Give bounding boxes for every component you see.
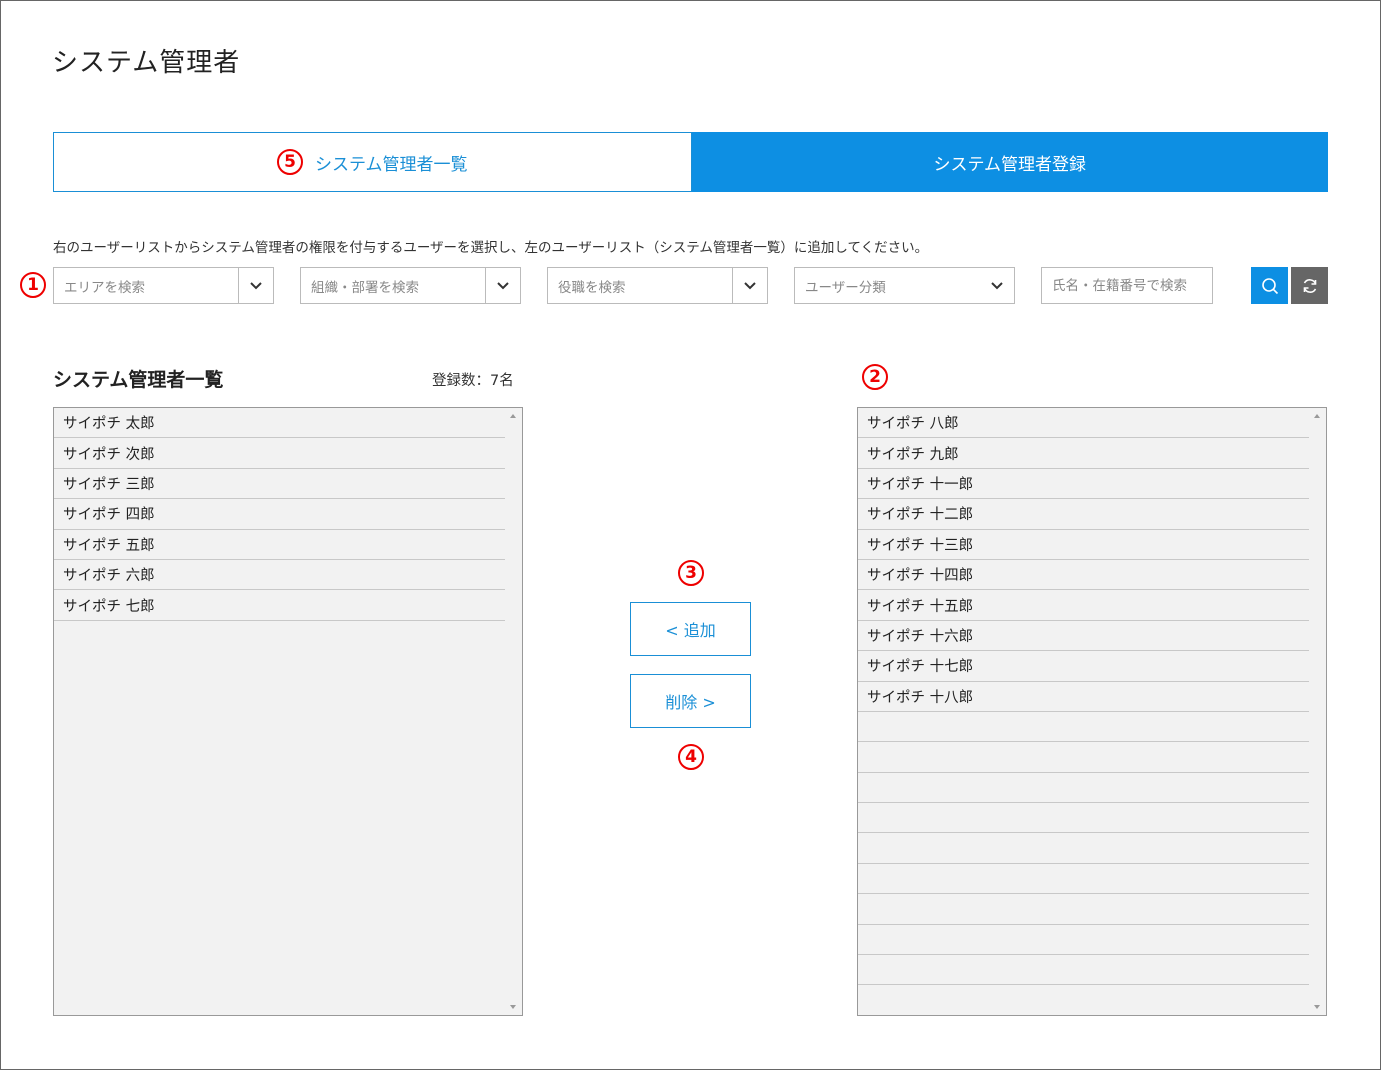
name-search-input[interactable]: [1041, 267, 1213, 304]
admin-list-title: システム管理者一覧: [53, 369, 224, 391]
chevron-down-icon: [979, 268, 1014, 303]
list-item[interactable]: サイポチ 次郎: [54, 438, 505, 469]
area-select[interactable]: エリアを検索: [53, 267, 274, 304]
user-list-rows: サイポチ 八郎 サイポチ 九郎 サイポチ 十一郎 サイポチ 十二郎 サイポチ 十三郎 サイ…: [858, 408, 1309, 986]
tab-admin-list-label: システム管理者一覧: [315, 154, 468, 175]
chevron-down-icon: [732, 268, 767, 303]
user-type-select-value: ユーザー分類: [805, 279, 886, 296]
tab-bar: 5 システム管理者一覧 システム管理者登録: [53, 132, 1328, 192]
add-button[interactable]: < 追加: [630, 602, 751, 656]
reset-button[interactable]: [1291, 267, 1328, 304]
empty-list-row: [858, 955, 1309, 986]
chevron-down-icon: [485, 268, 520, 303]
list-item[interactable]: サイポチ 十七郎: [858, 651, 1309, 682]
list-item[interactable]: サイポチ 七郎: [54, 590, 505, 621]
org-select[interactable]: 組織・部署を検索: [300, 267, 521, 304]
filter-bar: エリアを検索 組織・部署を検索 役職を検索 ユーザー分類: [53, 267, 1328, 304]
list-item[interactable]: サイポチ 十五郎: [858, 590, 1309, 621]
annotation-marker-4: 4: [678, 744, 704, 770]
admin-listbox[interactable]: サイポチ 太郎 サイポチ 次郎 サイポチ 三郎 サイポチ 四郎 サイポチ 五郎 サイポチ …: [53, 407, 523, 1016]
empty-list-row: [858, 803, 1309, 834]
area-select-value: エリアを検索: [64, 279, 145, 296]
user-listbox[interactable]: サイポチ 八郎 サイポチ 九郎 サイポチ 十一郎 サイポチ 十二郎 サイポチ 十三郎 サイ…: [857, 407, 1327, 1016]
list-item[interactable]: サイポチ 八郎: [858, 408, 1309, 439]
role-select-value: 役職を検索: [558, 279, 626, 296]
scrollbar[interactable]: [505, 408, 522, 1015]
scroll-down-arrow-icon[interactable]: [510, 1005, 516, 1009]
empty-list-row: [858, 712, 1309, 743]
user-type-select[interactable]: ユーザー分類: [794, 267, 1015, 304]
admin-count-label: 登録数：7名: [432, 373, 514, 389]
tab-admin-list[interactable]: 5 システム管理者一覧: [53, 132, 692, 192]
list-item[interactable]: サイポチ 六郎: [54, 560, 505, 591]
refresh-icon: [1303, 278, 1316, 293]
tab-admin-register-label: システム管理者登録: [933, 154, 1087, 175]
empty-list-row: [858, 864, 1309, 895]
scroll-down-arrow-icon[interactable]: [1314, 1005, 1320, 1009]
scroll-up-arrow-icon[interactable]: [1314, 414, 1320, 418]
list-item[interactable]: サイポチ 十一郎: [858, 469, 1309, 500]
search-button[interactable]: [1251, 267, 1288, 304]
tab-admin-register[interactable]: システム管理者登録: [691, 132, 1328, 192]
list-item[interactable]: サイポチ 十三郎: [858, 530, 1309, 560]
empty-list-row: [858, 894, 1309, 925]
empty-list-row: [858, 925, 1309, 956]
empty-list-row: [858, 742, 1309, 773]
annotation-marker-3: 3: [678, 560, 704, 586]
list-item[interactable]: サイポチ 十四郎: [858, 560, 1309, 591]
annotation-marker-2: 2: [862, 364, 888, 390]
list-item[interactable]: サイポチ 三郎: [54, 469, 505, 500]
list-item[interactable]: サイポチ 五郎: [54, 530, 505, 560]
list-item[interactable]: サイポチ 十六郎: [858, 621, 1309, 652]
page-title: システム管理者: [52, 48, 241, 78]
list-item[interactable]: サイポチ 太郎: [54, 408, 505, 439]
admin-list-rows: サイポチ 太郎 サイポチ 次郎 サイポチ 三郎 サイポチ 四郎 サイポチ 五郎 サイポチ …: [54, 408, 505, 621]
annotation-marker-5: 5: [277, 149, 303, 175]
role-select[interactable]: 役職を検索: [547, 267, 768, 304]
scrollbar[interactable]: [1309, 408, 1326, 1015]
empty-list-row: [858, 773, 1309, 804]
list-item[interactable]: サイポチ 四郎: [54, 499, 505, 530]
org-select-value: 組織・部署を検索: [311, 279, 419, 296]
list-item[interactable]: サイポチ 十八郎: [858, 682, 1309, 712]
empty-list-row: [858, 833, 1309, 864]
annotation-marker-1: 1: [20, 272, 46, 298]
list-item[interactable]: サイポチ 十二郎: [858, 499, 1309, 530]
scroll-up-arrow-icon[interactable]: [510, 414, 516, 418]
chevron-down-icon: [238, 268, 273, 303]
search-icon: [1261, 277, 1278, 294]
instruction-text: 右のユーザーリストからシステム管理者の権限を付与するユーザーを選択し、左のユーザ…: [53, 240, 929, 256]
delete-button[interactable]: 削除 >: [630, 674, 751, 728]
list-item[interactable]: サイポチ 九郎: [858, 438, 1309, 469]
